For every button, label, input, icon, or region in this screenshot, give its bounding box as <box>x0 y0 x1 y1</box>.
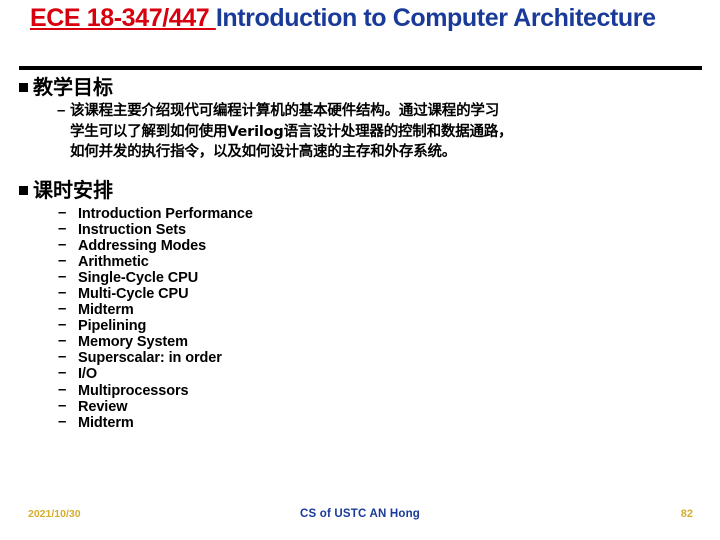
section-heading-objectives-label: 教学目标 <box>33 75 113 99</box>
dash-bullet-icon: – <box>58 316 67 334</box>
dash-bullet-icon: – <box>58 396 67 414</box>
list-item: – Multi-Cycle CPU <box>0 283 720 302</box>
dash-bullet-icon: – <box>58 251 67 269</box>
dash-bullet-icon: – <box>58 267 67 285</box>
list-item-label: Midterm <box>78 302 134 319</box>
list-item: – Addressing Modes <box>0 235 720 254</box>
dash-bullet-icon: – <box>58 332 67 350</box>
list-item-label: Introduction Performance <box>78 205 253 222</box>
square-bullet-icon <box>19 83 28 92</box>
dash-bullet-icon: – <box>58 203 67 221</box>
footer-page-number: 82 <box>680 508 693 520</box>
section-heading-schedule: 课时安排 <box>0 177 720 203</box>
list-item-label: Arithmetic <box>78 253 149 270</box>
section-heading-objectives: 教学目标 <box>0 74 720 100</box>
section-heading-schedule-label: 课时安排 <box>33 177 113 202</box>
dash-bullet-icon: – <box>58 235 67 253</box>
list-item-label: Review <box>78 398 128 415</box>
list-item: – Introduction Performance <box>0 203 720 222</box>
list-item-label: Superscalar: in order <box>78 350 222 367</box>
title-divider <box>19 66 702 70</box>
dash-bullet-icon: – <box>58 348 67 366</box>
schedule-list: – Introduction Performance – Instruction S… <box>0 203 720 431</box>
list-item-label: Instruction Sets <box>78 221 186 238</box>
page-title-course-code: ECE 18-347/447 <box>30 4 216 32</box>
list-item: – Review <box>0 396 720 415</box>
objectives-paragraph-line: 学生可以了解到如何使用Verilog语言设计处理器的控制和数据通路， <box>70 123 513 140</box>
list-item-label: Memory System <box>78 334 188 351</box>
list-item-label: Single-Cycle CPU <box>78 269 199 286</box>
list-item: – Arithmetic <box>0 251 720 270</box>
dash-bullet-icon: – <box>58 219 67 237</box>
slide-footer: 2021/10/30 CS of USTC AN Hong 82 <box>0 508 720 532</box>
page-title: ECE 18-347/447 Introduction to Computer … <box>30 4 690 32</box>
dash-bullet-icon: – <box>58 300 67 318</box>
dash-bullet-icon: – <box>57 102 66 119</box>
objectives-paragraph: – 该课程主要介绍现代可编程计算机的基本硬件结构。通过课程的学习 学生可以了解到… <box>0 101 720 163</box>
slide-body: 教学目标 – 该课程主要介绍现代可编程计算机的基本硬件结构。通过课程的学习 学生… <box>0 74 720 431</box>
square-bullet-icon <box>19 185 28 195</box>
list-item: – I/O <box>0 364 720 383</box>
objectives-paragraph-text: 该课程主要介绍现代可编程计算机的基本硬件结构。通过课程的学习 学生可以了解到如何… <box>56 101 720 163</box>
list-item: – Midterm <box>0 412 720 431</box>
footer-attribution: CS of USTC AN Hong <box>299 508 421 520</box>
dash-bullet-icon: – <box>58 364 67 382</box>
list-item: – Single-Cycle CPU <box>0 267 720 286</box>
list-item-label: Pipelining <box>78 318 147 335</box>
page-title-course-name: Introduction to Computer Architecture <box>215 4 656 32</box>
list-item-label: I/O <box>78 366 98 383</box>
list-item-label: Multi-Cycle CPU <box>78 285 189 302</box>
dash-bullet-icon: – <box>58 412 67 430</box>
dash-bullet-icon: – <box>58 283 67 301</box>
list-item-label: Addressing Modes <box>78 237 207 254</box>
list-item: – Superscalar: in order <box>0 348 720 367</box>
objectives-paragraph-line: 该课程主要介绍现代可编程计算机的基本硬件结构。通过课程的学习 <box>70 103 499 119</box>
list-item: – Instruction Sets <box>0 219 720 238</box>
dash-bullet-icon: – <box>58 380 67 398</box>
list-item: – Memory System <box>0 332 720 351</box>
list-item-label: Multiprocessors <box>78 382 189 399</box>
list-item: – Pipelining <box>0 316 720 335</box>
objectives-paragraph-line: 如何并发的执行指令，以及如何设计高速的主存和外存系统。 <box>70 144 457 160</box>
list-item-label: Midterm <box>78 414 134 431</box>
list-item: – Midterm <box>0 300 720 319</box>
list-item: – Multiprocessors <box>0 380 720 399</box>
